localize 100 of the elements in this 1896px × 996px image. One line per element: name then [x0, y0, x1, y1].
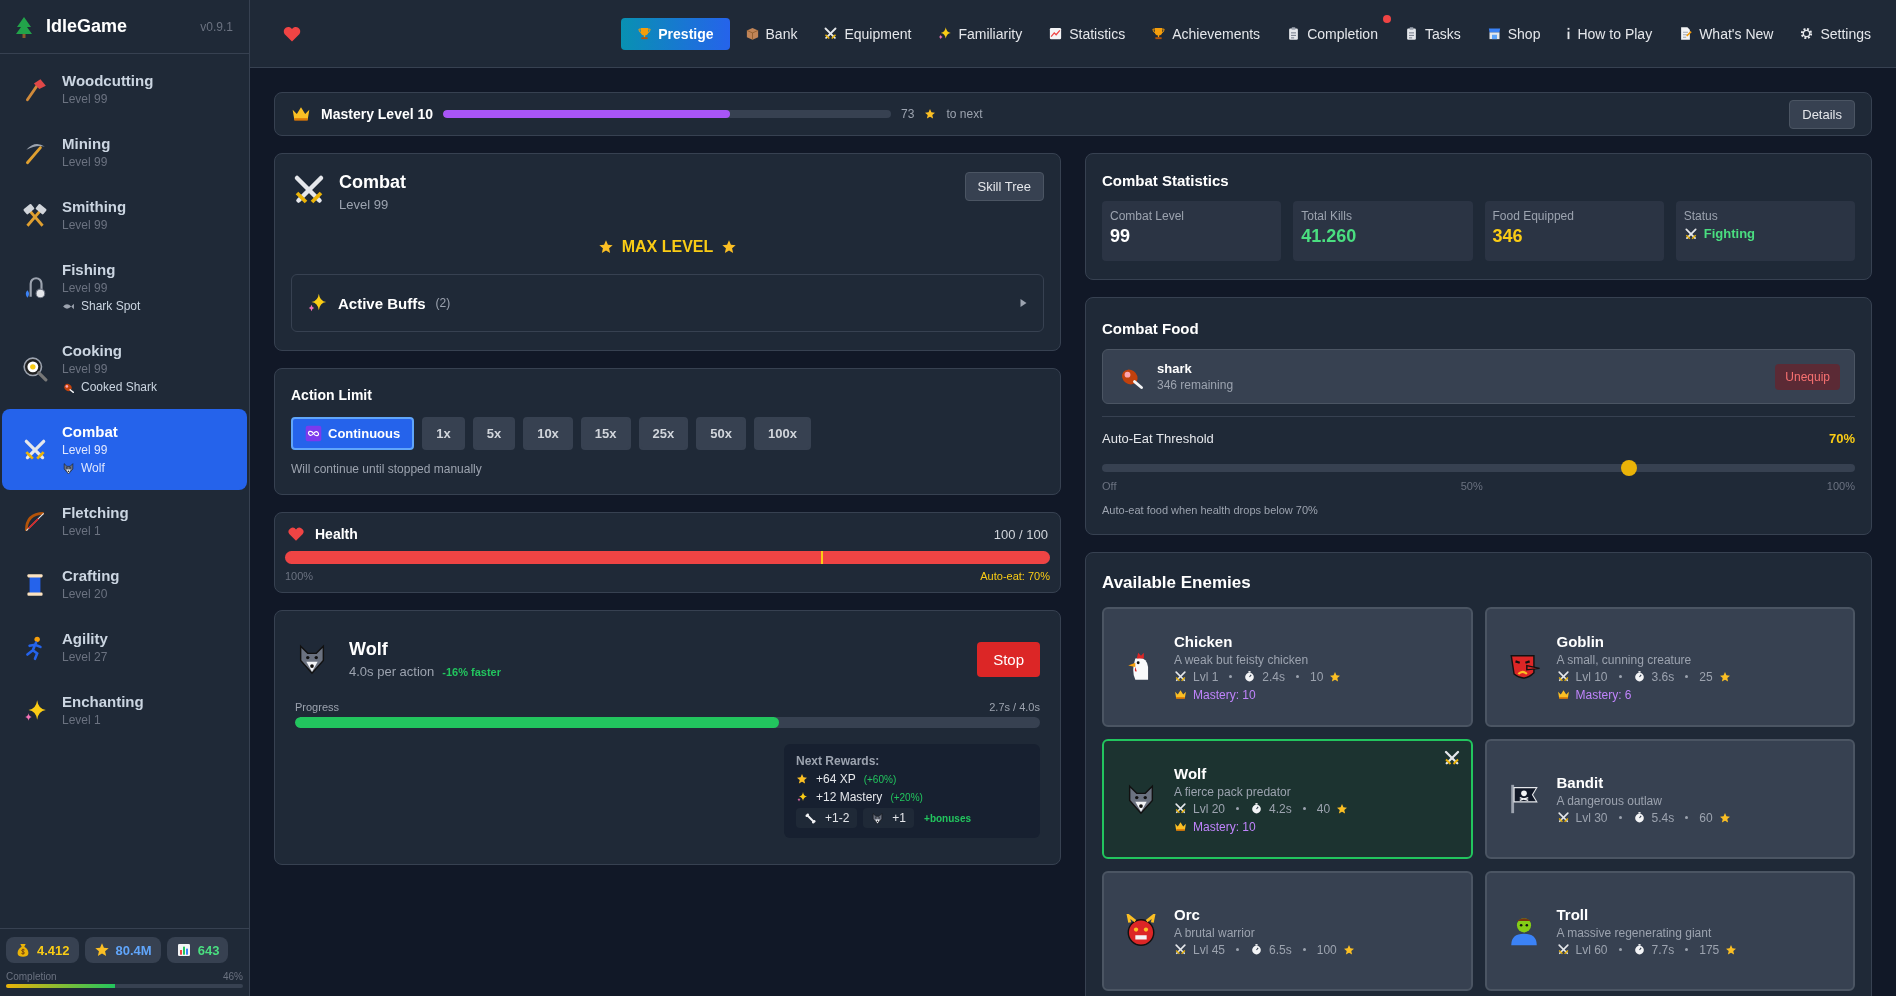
stop-button[interactable]: Stop: [977, 641, 1040, 677]
enemy-description: A small, cunning creature: [1556, 652, 1693, 667]
crossed-hammers-icon: [22, 202, 48, 229]
enemy-card[interactable]: Bandit A dangerous outlaw Lvl 30 5.4s 60: [1484, 739, 1855, 859]
enemy-name: Chicken: [1174, 632, 1234, 650]
enemy-card[interactable]: Troll A massive regenerating giant Lvl 60 7.7s 175: [1484, 871, 1855, 991]
enemy-time: 3.6s: [1651, 669, 1675, 684]
current-activity: Shark Spot: [81, 298, 141, 315]
enemy-reward: 25: [1699, 669, 1713, 684]
star-icon: [1342, 943, 1355, 956]
active-buffs-row[interactable]: Active Buffs (2): [291, 274, 1044, 332]
sidebar-item[interactable]: Mining Level 99: [2, 121, 247, 184]
sparkles-icon: [937, 26, 953, 41]
limit-option[interactable]: 100x: [753, 417, 811, 450]
crossed-swords-icon: [1556, 811, 1570, 824]
active-buffs-label: Active Buffs: [338, 294, 426, 312]
rewards-title: Next Rewards:: [796, 754, 881, 768]
nav-tab[interactable]: Statistics: [1037, 17, 1137, 50]
sidebar-item[interactable]: Crafting Level 20: [2, 553, 247, 616]
progress-label: Progress: [295, 701, 340, 713]
threshold-label: Auto-Eat Threshold: [1102, 431, 1214, 446]
nav-tab[interactable]: Achievements: [1140, 17, 1272, 50]
star-icon: [924, 108, 937, 120]
enemy-reward: 175: [1699, 942, 1720, 957]
enemy-card[interactable]: Wolf A fierce pack predator Lvl 20 4.2s 40 Mastery: 10: [1102, 739, 1473, 859]
enemy-card[interactable]: Goblin A small, cunning creature Lvl 10 3.6s 25 Mastery: 6: [1484, 607, 1855, 727]
limit-option[interactable]: 5x: [472, 417, 516, 450]
limit-option[interactable]: 50x: [696, 417, 746, 450]
enemy-description: A dangerous outlaw: [1556, 793, 1663, 808]
sidebar-item[interactable]: Fletching Level 1: [2, 490, 247, 553]
sidebar-item[interactable]: Combat Level 99 Wolf: [2, 409, 247, 490]
star-icon: [597, 239, 614, 255]
mastery-level: Mastery Level 10: [321, 106, 434, 122]
enemy-card[interactable]: Chicken A weak but feisty chicken Lvl 1 2.4s 10 Mastery: 10: [1102, 607, 1473, 727]
completion-label: Completion: [6, 971, 57, 982]
drop-amount: +1-2: [825, 811, 850, 825]
limit-option[interactable]: 1x: [422, 417, 465, 450]
trophy-icon: [637, 26, 653, 41]
stopwatch-icon: [1632, 811, 1646, 824]
limit-hint: Will continue until stopped manually: [291, 462, 483, 476]
document-icon: [1678, 26, 1694, 41]
skill-level: Level 99: [62, 217, 109, 234]
stat-value: 41.260: [1301, 226, 1357, 247]
enemy-reward: 10: [1310, 669, 1324, 684]
stat-label: Combat Level: [1110, 209, 1186, 223]
nav-tab[interactable]: Prestige: [621, 17, 730, 50]
skill-level: Level 1: [62, 523, 102, 540]
crown-icon: [1174, 820, 1187, 833]
unequip-button[interactable]: Unequip: [1775, 363, 1840, 390]
skill-name: Mining: [62, 134, 111, 154]
nav-tab[interactable]: Completion: [1275, 17, 1389, 50]
enemy-card[interactable]: Orc A brutal warrior Lvl 45 6.5s 100: [1102, 871, 1473, 991]
slider-thumb[interactable]: [1621, 460, 1638, 476]
details-button[interactable]: Details: [1789, 99, 1855, 129]
sidebar-item[interactable]: Smithing Level 99: [2, 184, 247, 247]
sidebar-item[interactable]: Woodcutting Level 99: [2, 58, 247, 121]
enemy-mastery: Mastery: 10: [1193, 687, 1256, 702]
limit-option[interactable]: 15x: [580, 417, 631, 450]
nav-tab[interactable]: How to Play: [1555, 17, 1664, 50]
nav-tab[interactable]: Settings: [1788, 17, 1882, 50]
skill-level: Level 99: [339, 197, 390, 212]
settings-icon: [1799, 26, 1815, 41]
enemy-level: Lvl 20: [1193, 801, 1226, 816]
crossed-swords-icon: [1174, 670, 1187, 683]
limit-option[interactable]: Continuous: [291, 417, 415, 450]
currency-value: 643: [197, 942, 220, 958]
threshold-value: 70%: [1828, 431, 1855, 446]
skill-name: Crafting: [62, 566, 120, 586]
enemy-level: Lvl 45: [1193, 942, 1226, 957]
sidebar-item[interactable]: Fishing Level 99 Shark Spot: [2, 247, 247, 328]
limit-option[interactable]: 10x: [523, 417, 573, 450]
skill-title: Combat: [339, 172, 406, 193]
limit-option[interactable]: 25x: [638, 417, 689, 450]
nav-tab[interactable]: Familiarity: [926, 17, 1034, 50]
section-title: Combat Statistics: [1102, 172, 1230, 189]
skill-level: Level 99: [62, 154, 109, 171]
enemy-time: 2.4s: [1262, 669, 1286, 684]
nav-tab[interactable]: Bank: [733, 17, 809, 50]
skill-level: Level 99: [62, 442, 109, 459]
crossed-swords-icon: [1442, 749, 1461, 767]
completion-percent: 46%: [223, 971, 243, 982]
star-icon: [1336, 802, 1349, 815]
skill-tree-button[interactable]: Skill Tree: [964, 172, 1044, 201]
star-icon: [1725, 943, 1738, 956]
enemy-description: A weak but feisty chicken: [1174, 652, 1310, 667]
sidebar-item[interactable]: Agility Level 27: [2, 616, 247, 679]
sidebar-item[interactable]: Cooking Level 99 Cooked Shark: [2, 328, 247, 409]
enemy-level: Lvl 10: [1575, 669, 1608, 684]
bonuses-label: +bonuses: [924, 812, 971, 824]
crossed-swords-icon: [1556, 670, 1570, 683]
nav-tab[interactable]: Shop: [1475, 17, 1552, 50]
nav-tab[interactable]: Tasks: [1392, 17, 1472, 50]
threshold-hint: Auto-eat food when health drops below 70%: [1102, 504, 1319, 516]
nav-tab[interactable]: Equipment: [812, 17, 923, 50]
nav-tab[interactable]: What's New: [1667, 17, 1785, 50]
enemy-name: Wolf: [1174, 764, 1208, 782]
progress-time: 2.7s / 4.0s: [989, 701, 1040, 713]
enemy-time: 7.7s: [1651, 942, 1675, 957]
bar-chart-icon: [175, 942, 192, 958]
sidebar-item[interactable]: Enchanting Level 1: [2, 679, 247, 742]
